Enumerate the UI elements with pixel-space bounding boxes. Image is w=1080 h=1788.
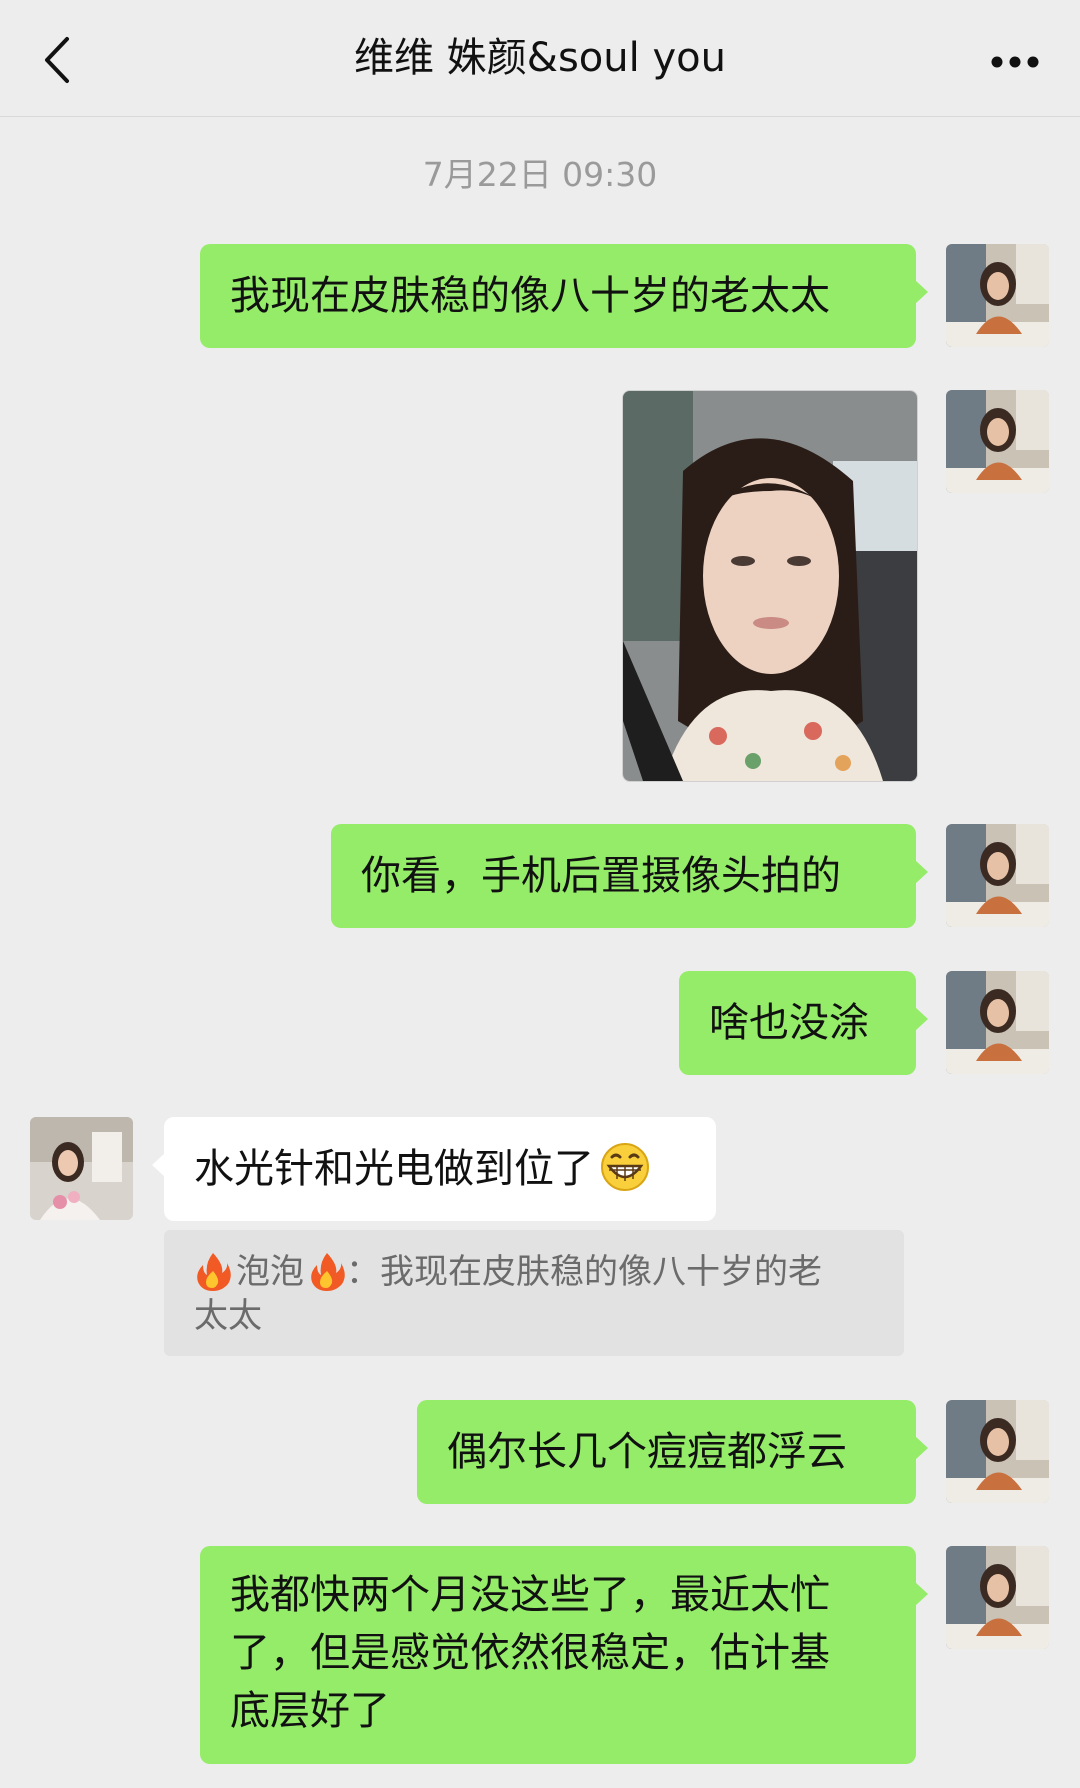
quote-separator: ：	[346, 1252, 380, 1292]
quote-text-line-2: 太太	[194, 1296, 262, 1336]
message-timestamp: 7月22日 09:30	[422, 155, 658, 194]
grinning-face-icon	[601, 1143, 649, 1191]
message-bubble-sent[interactable]: 我都快两个月没这些了，最近太忙 了，但是感觉依然很稳定，估计基 底层好了	[200, 1546, 928, 1764]
message-text-line: 底层好了	[230, 1688, 390, 1734]
my-avatar[interactable]	[946, 1400, 1049, 1503]
chat-title: 维维 姝颜&soul you	[354, 35, 726, 81]
fire-icon	[311, 1253, 345, 1291]
chat-header: 维维 姝颜&soul you	[0, 0, 1080, 117]
more-button[interactable]	[980, 34, 1050, 90]
message-bubble-sent[interactable]: 偶尔长几个痘痘都浮云	[417, 1400, 928, 1504]
message-text: 水光针和光电做到位了	[194, 1146, 594, 1192]
message-text-line: 我都快两个月没这些了，最近太忙	[230, 1572, 830, 1618]
more-dots-icon	[991, 56, 1039, 68]
message-text-line: 了，但是感觉依然很稳定，估计基	[230, 1630, 830, 1676]
my-avatar[interactable]	[946, 244, 1049, 347]
chevron-left-icon	[45, 37, 69, 83]
message-text: 我现在皮肤稳的像八十岁的老太太	[230, 273, 830, 319]
message-text: 你看，手机后置摄像头拍的	[361, 853, 841, 899]
message-bubble-sent[interactable]: 啥也没涂	[679, 971, 928, 1075]
fire-icon	[197, 1253, 231, 1291]
quote-sender-name: 泡泡	[236, 1252, 304, 1292]
photo-message[interactable]	[622, 390, 918, 782]
message-text: 偶尔长几个痘痘都浮云	[447, 1429, 847, 1475]
my-avatar[interactable]	[946, 390, 1049, 493]
back-button[interactable]	[28, 28, 84, 92]
quote-text-line-1: 我现在皮肤稳的像八十岁的老	[380, 1252, 822, 1292]
my-avatar[interactable]	[946, 1546, 1049, 1649]
my-avatar[interactable]	[946, 971, 1049, 1074]
my-avatar[interactable]	[946, 824, 1049, 927]
contact-avatar[interactable]	[30, 1117, 133, 1220]
quote-line-1: 泡泡 ：我现在皮肤稳的像八十岁的老	[194, 1250, 874, 1294]
message-bubble-received[interactable]: 水光针和光电做到位了	[152, 1117, 716, 1221]
message-text: 啥也没涂	[709, 1000, 869, 1046]
message-bubble-sent[interactable]: 我现在皮肤稳的像八十岁的老太太	[200, 244, 928, 348]
message-bubble-sent[interactable]: 你看，手机后置摄像头拍的	[331, 824, 928, 928]
quoted-reply[interactable]: 泡泡 ：我现在皮肤稳的像八十岁的老 太太	[164, 1230, 904, 1356]
